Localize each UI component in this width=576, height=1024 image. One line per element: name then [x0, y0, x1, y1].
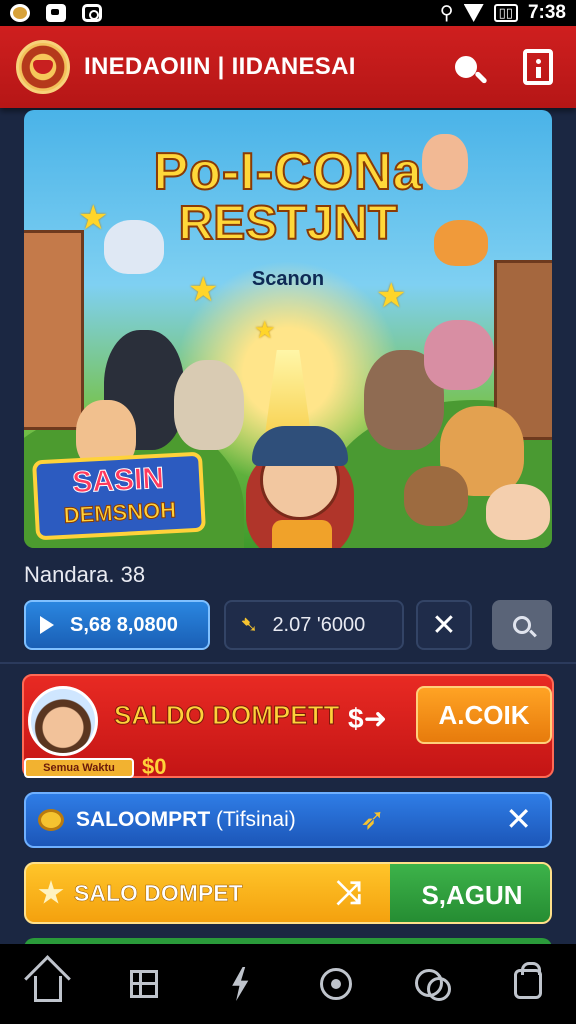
fox-character	[434, 220, 488, 266]
saldo-blue-row[interactable]: SALOOMPRT (Tifsinai) ➶ ✕	[24, 792, 552, 848]
saldo-dompet-label: SALO DOMPET	[74, 880, 243, 907]
brand-title: INEDAOIIN | IIDANESAI	[84, 53, 356, 80]
close-icon[interactable]: ✕	[505, 800, 532, 838]
bolt-icon	[232, 967, 249, 1001]
star-icon: ★	[254, 317, 276, 344]
wifi-icon	[463, 4, 484, 22]
quick-actions-row: S,68 8,0800 ➷ 2.07 '6000 ✕	[24, 600, 552, 650]
event-badge: SASIN DEMSNOH	[32, 451, 206, 541]
saldo-yellow-row[interactable]: SALO DOMPET ⤨ S,AGUN	[24, 862, 552, 924]
wallet-title: SALDO DOMPETT	[113, 700, 340, 731]
info-button[interactable]	[516, 45, 560, 89]
nav-grid[interactable]	[122, 962, 166, 1006]
message-icon	[46, 4, 66, 22]
nav-bolt[interactable]	[218, 962, 262, 1006]
camera-icon	[82, 4, 102, 22]
home-icon	[34, 976, 62, 1002]
status-bar: ⚲ ▯▯ 7:38	[0, 0, 576, 26]
wallet-action-button[interactable]: A.COIK	[416, 686, 552, 744]
banner-title: Po-I-CONa	[153, 142, 423, 202]
vibrate-icon: ⚲	[439, 2, 454, 24]
nav-target[interactable]	[314, 962, 358, 1006]
arrow-right-icon: $➜	[348, 703, 388, 734]
search-small-button[interactable]	[492, 600, 552, 650]
promo-banner[interactable]: ★ ★ ★ ★ Po-I-CONa RESTJNT Scanon SASIN D…	[24, 110, 552, 548]
shuffle-icon[interactable]: ⤨	[336, 874, 362, 912]
wallet-card[interactable]: Semua Waktu SALDO DOMPETT $➜ $0 A.COIK	[22, 674, 554, 779]
yellow-row-action-button[interactable]: S,AGUN	[390, 864, 550, 922]
clock: 7:38	[527, 2, 566, 23]
nav-bag[interactable]	[506, 962, 550, 1006]
battery-icon: ▯▯	[493, 4, 518, 22]
bag-icon	[514, 962, 542, 999]
username-label: Nandara. 38	[24, 562, 146, 587]
search-button[interactable]	[444, 45, 488, 89]
play-balance-button[interactable]: S,68 8,0800	[24, 600, 210, 650]
app-icon	[10, 4, 30, 22]
wallet-amount: $0	[142, 754, 167, 779]
banner-subtitle: Scanon	[251, 268, 325, 290]
boy-character	[422, 134, 468, 190]
nav-chat[interactable]	[410, 962, 454, 1006]
divider	[0, 662, 576, 664]
target-icon	[320, 968, 352, 1000]
search-icon	[513, 616, 531, 634]
chat-icon	[415, 969, 451, 1001]
coin-icon	[38, 809, 64, 831]
close-icon: ✕	[431, 608, 457, 642]
avatar-tag: Semua Waktu	[24, 758, 134, 778]
cat-character	[174, 360, 244, 450]
play-icon	[40, 616, 54, 634]
saldo-label: SALOOMPRT (Tifsinai)	[76, 808, 296, 831]
coin-balance: ➷ 2.07 '6000	[224, 600, 404, 650]
wolf-character	[104, 220, 164, 274]
app-header: INEDAOIIN | IIDANESAI	[0, 26, 576, 108]
grid-icon	[130, 970, 158, 998]
bottom-nav	[0, 944, 576, 1024]
puppy-character	[404, 466, 468, 526]
emblem-logo[interactable]	[16, 40, 70, 94]
nav-home[interactable]	[26, 962, 70, 1006]
corgi-character	[486, 484, 550, 540]
info-icon	[523, 49, 553, 85]
close-button[interactable]: ✕	[416, 600, 472, 650]
star-icon	[38, 880, 64, 904]
avatar[interactable]	[28, 686, 98, 756]
pin-icon: ➶	[360, 803, 386, 836]
search-icon	[455, 56, 477, 78]
bolt-icon: ➷	[240, 612, 259, 637]
bear-pink-character	[424, 320, 494, 390]
